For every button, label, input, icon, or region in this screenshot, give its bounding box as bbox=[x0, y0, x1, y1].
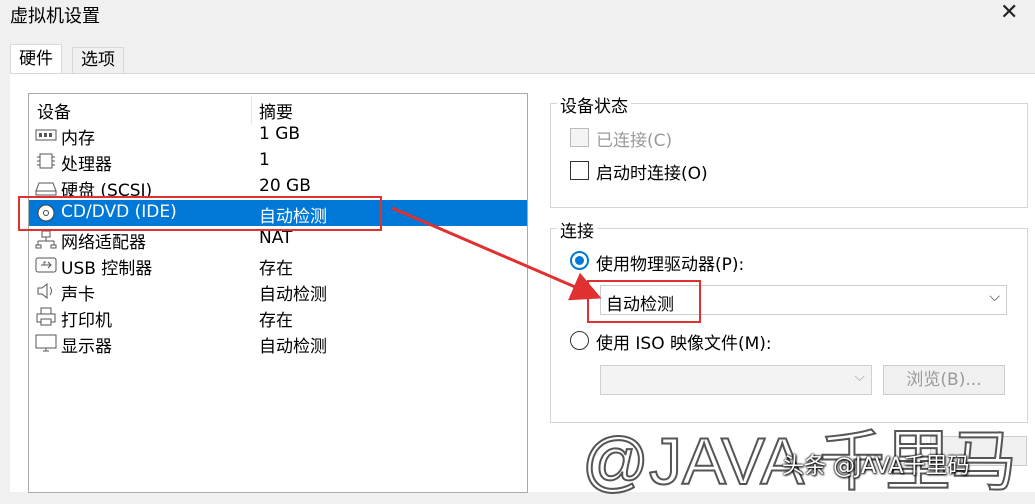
watermark-caption: 头条 @JAVA千里码 bbox=[782, 454, 970, 479]
